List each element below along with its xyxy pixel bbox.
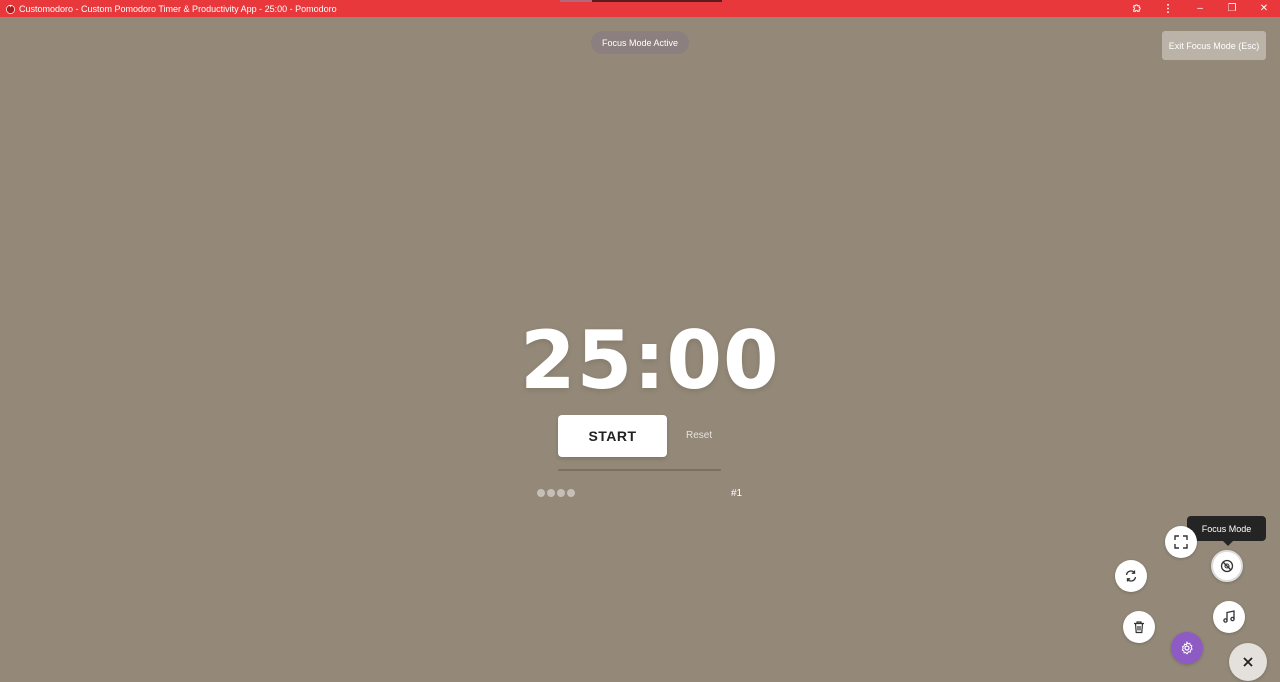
close-menu-button[interactable] [1229,643,1267,681]
session-dot [547,489,555,497]
session-counter: #1 [731,488,743,499]
title-bar: Customodoro - Custom Pomodoro Timer & Pr… [0,0,1280,17]
tab-indicator [560,0,722,2]
start-button[interactable]: START [558,415,667,457]
progress-bar [558,469,721,471]
music-button[interactable] [1213,601,1245,633]
sync-button[interactable] [1115,560,1147,592]
window-controls: – ❐ ✕ [1120,0,1280,17]
window-title: Customodoro - Custom Pomodoro Timer & Pr… [19,3,337,14]
session-dots [537,489,575,497]
kebab-icon[interactable] [1152,0,1184,17]
settings-button[interactable] [1171,632,1203,664]
reset-button[interactable]: Reset [686,430,712,441]
close-icon [1243,657,1253,667]
restore-button[interactable]: ❐ [1216,0,1248,17]
session-dot [557,489,565,497]
session-dot [567,489,575,497]
puzzle-icon[interactable] [1120,0,1152,17]
close-window-button[interactable]: ✕ [1248,0,1280,17]
focus-mode-button[interactable] [1211,550,1243,582]
fullscreen-icon [1174,535,1188,549]
focus-mode-badge: Focus Mode Active [591,31,689,54]
delete-button[interactable] [1123,611,1155,643]
exit-focus-button[interactable]: Exit Focus Mode (Esc) [1162,31,1266,60]
sync-icon [1125,570,1137,582]
session-dot [537,489,545,497]
focus-mode-tooltip: Focus Mode [1187,516,1266,546]
fullscreen-button[interactable] [1165,526,1197,558]
music-icon [1223,610,1235,623]
settings-icon [1181,641,1193,655]
minimize-button[interactable]: – [1184,0,1216,17]
tomato-icon [5,3,16,14]
timer-display: 25:00 [520,314,780,407]
trash-icon [1134,621,1144,634]
focus-mode-icon [1220,559,1234,573]
